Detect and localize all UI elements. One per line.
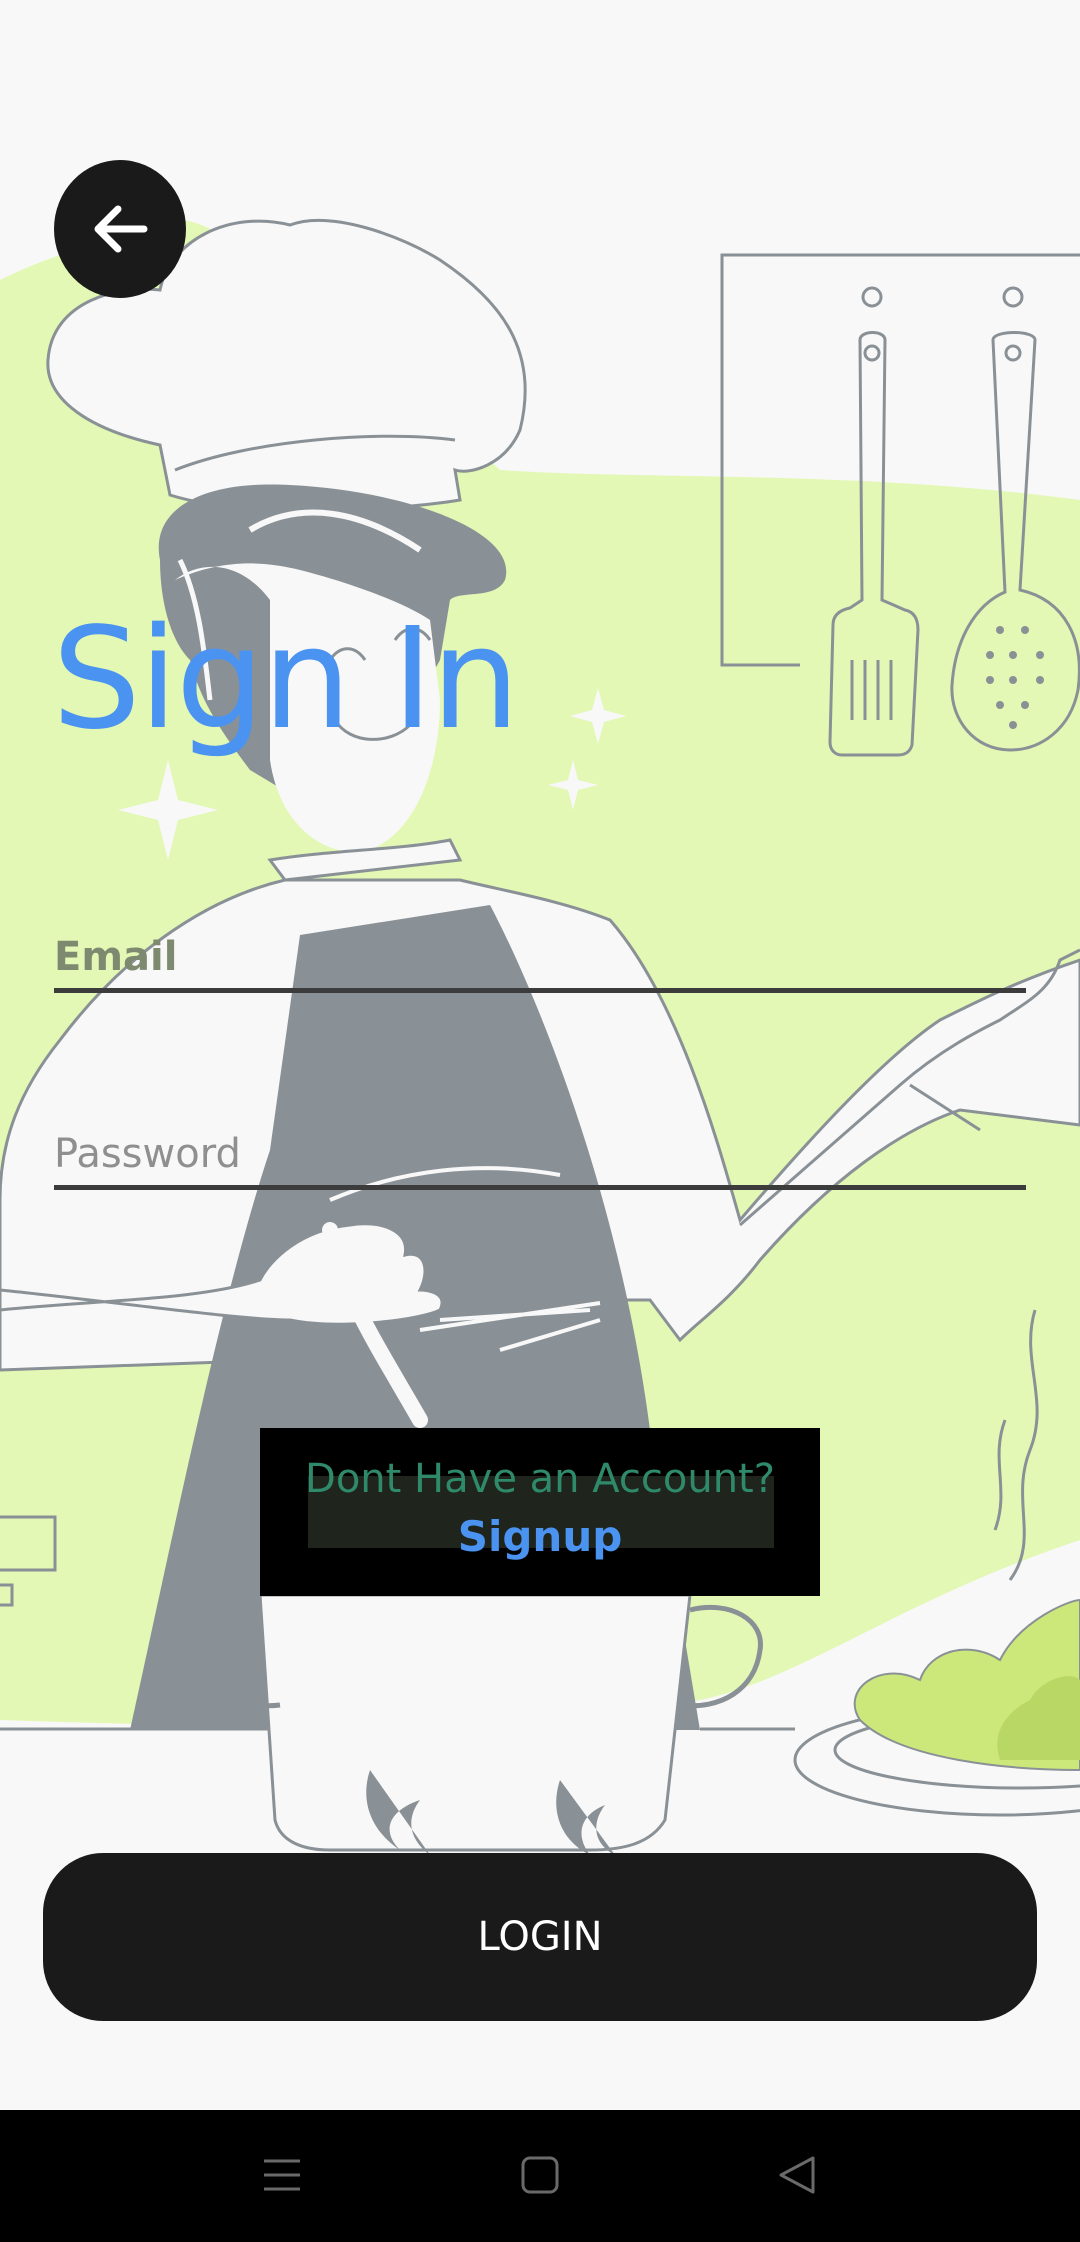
menu-icon[interactable] (247, 2140, 317, 2210)
home-square-icon[interactable] (505, 2140, 575, 2210)
signup-link[interactable]: Signup (260, 1512, 820, 1561)
signup-prompt-text: Dont Have an Account? (305, 1456, 775, 1502)
back-button[interactable] (54, 160, 186, 298)
signup-prompt-box: Dont Have an Account? Signup (260, 1428, 820, 1596)
back-triangle-icon[interactable] (762, 2140, 832, 2210)
email-field-container (54, 908, 1026, 993)
system-navigation-bar (0, 2110, 1080, 2242)
sign-in-screen: Sign In Dont Have an Account? Signup LOG… (0, 0, 1080, 2242)
arrow-left-icon (94, 205, 148, 253)
page-title: Sign In (52, 598, 520, 761)
email-input[interactable] (54, 934, 1026, 980)
password-input[interactable] (54, 1131, 1026, 1177)
login-button[interactable]: LOGIN (43, 1853, 1037, 2021)
password-field-container (54, 1105, 1026, 1190)
